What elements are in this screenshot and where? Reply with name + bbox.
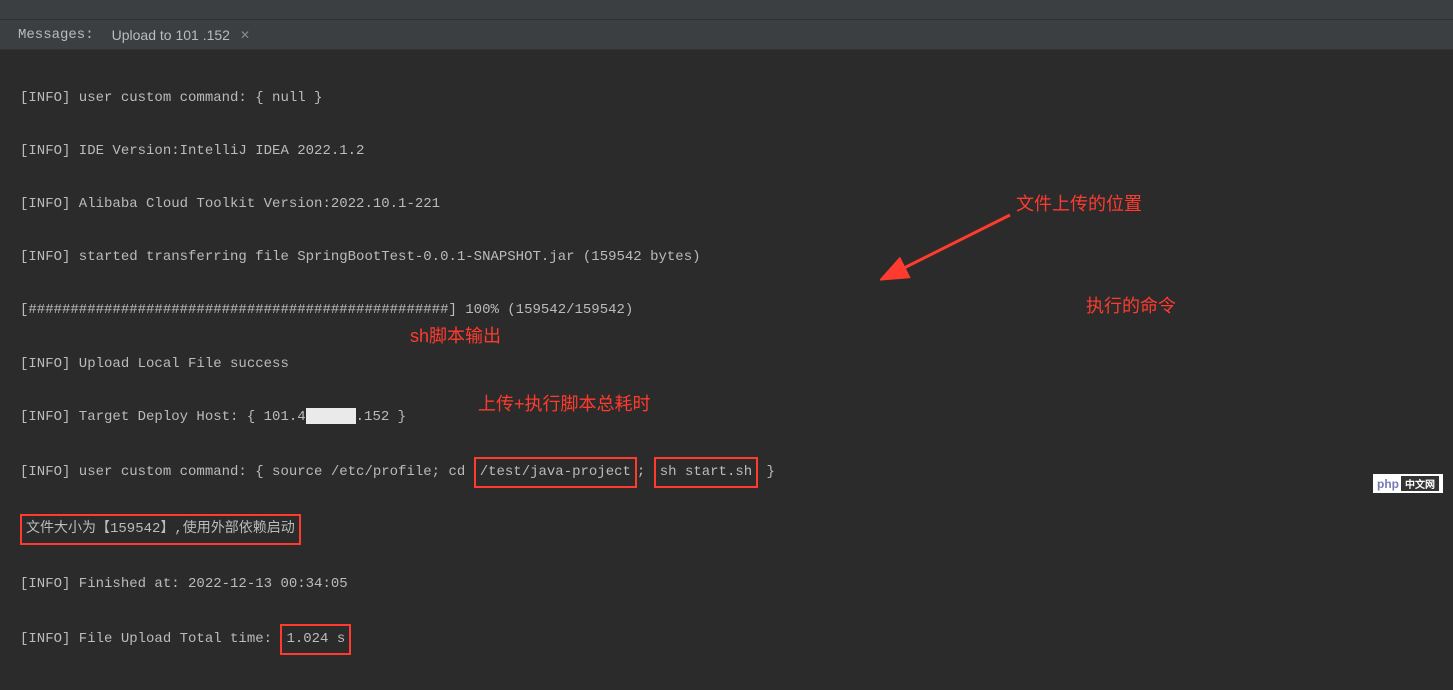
log-line: [INFO] IDE Version:IntelliJ IDEA 2022.1.… — [20, 138, 1433, 165]
highlighted-output: 文件大小为【159542】,使用外部依赖启动 — [20, 514, 301, 545]
log-line: [INFO] Finished at: 2022-12-13 00:34:05 — [20, 571, 1433, 598]
highlighted-time: 1.024 s — [280, 624, 351, 655]
annotation-total-time: 上传+执行脚本总耗时 — [478, 390, 651, 416]
messages-label: Messages: — [18, 27, 94, 43]
tab-bar: Messages: Upload to 101 .152 ✕ — [0, 20, 1453, 50]
watermark-cn: 中文网 — [1401, 476, 1439, 491]
annotation-upload-location: 文件上传的位置 — [1016, 190, 1142, 216]
annotation-exec-command: 执行的命令 — [1086, 292, 1176, 318]
log-line: [INFO] Target Deploy Host: { 101.4.152 } — [20, 404, 1433, 431]
console-output[interactable]: [INFO] user custom command: { null } [IN… — [0, 50, 1453, 690]
log-line: [INFO] started transferring file SpringB… — [20, 244, 1433, 271]
highlighted-command: sh start.sh — [654, 457, 758, 488]
watermark-php: php — [1377, 477, 1399, 491]
close-icon[interactable]: ✕ — [240, 28, 250, 42]
log-line: [INFO] Upload Local File success — [20, 351, 1433, 378]
log-line: [INFO] File Upload Total time: 1.024 s — [20, 624, 1433, 655]
annotation-sh-output: sh脚本输出 — [410, 322, 501, 348]
upload-tab[interactable]: Upload to 101 .152 ✕ — [112, 27, 250, 43]
tab-title: Upload to 101 .152 — [112, 27, 230, 43]
redacted-ip — [306, 408, 356, 424]
log-line: 文件大小为【159542】,使用外部依赖启动 — [20, 514, 1433, 545]
log-line: [INFO] user custom command: { null } — [20, 85, 1433, 112]
top-bar — [0, 0, 1453, 20]
log-line: [#######################################… — [20, 297, 1433, 324]
watermark: php 中文网 — [1373, 474, 1443, 493]
log-line: [INFO] Alibaba Cloud Toolkit Version:202… — [20, 191, 1433, 218]
log-line: [INFO] user custom command: { source /et… — [20, 457, 1433, 488]
highlighted-path: /test/java-project — [474, 457, 637, 488]
